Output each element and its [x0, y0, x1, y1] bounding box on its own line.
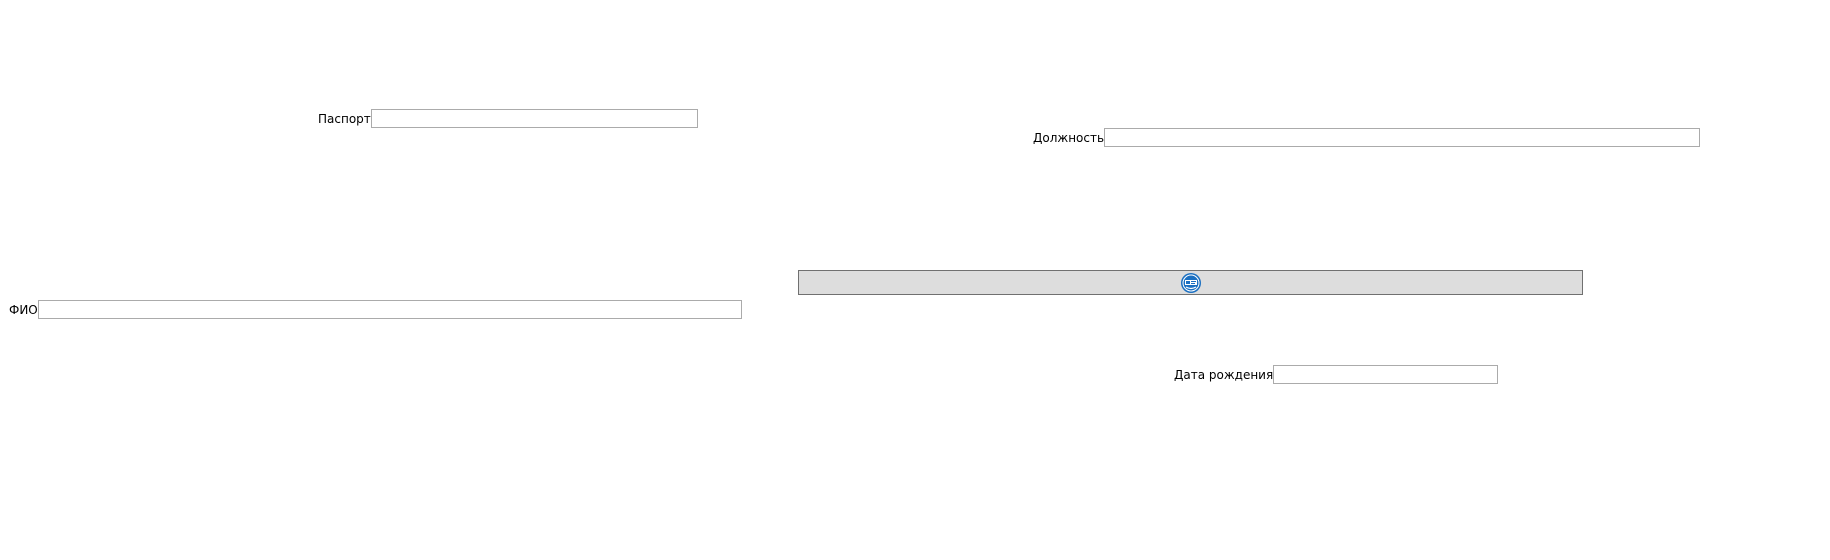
birth-date-label: Дата рождения — [1174, 368, 1274, 382]
passport-label: Паспорт — [318, 112, 371, 126]
position-label: Должность — [1033, 131, 1105, 145]
position-field: Должность — [1033, 128, 1701, 147]
fio-label: ФИО — [9, 303, 38, 317]
save-button[interactable] — [798, 270, 1583, 295]
passport-input[interactable] — [370, 109, 698, 128]
fio-field: ФИО — [9, 300, 742, 319]
blue-round-emblem-icon — [1180, 272, 1202, 294]
position-input[interactable] — [1104, 128, 1701, 147]
birth-date-field: Дата рождения — [1174, 365, 1499, 384]
passport-field: Паспорт — [318, 109, 698, 128]
fio-input[interactable] — [37, 300, 742, 319]
birth-date-input[interactable] — [1273, 365, 1499, 384]
